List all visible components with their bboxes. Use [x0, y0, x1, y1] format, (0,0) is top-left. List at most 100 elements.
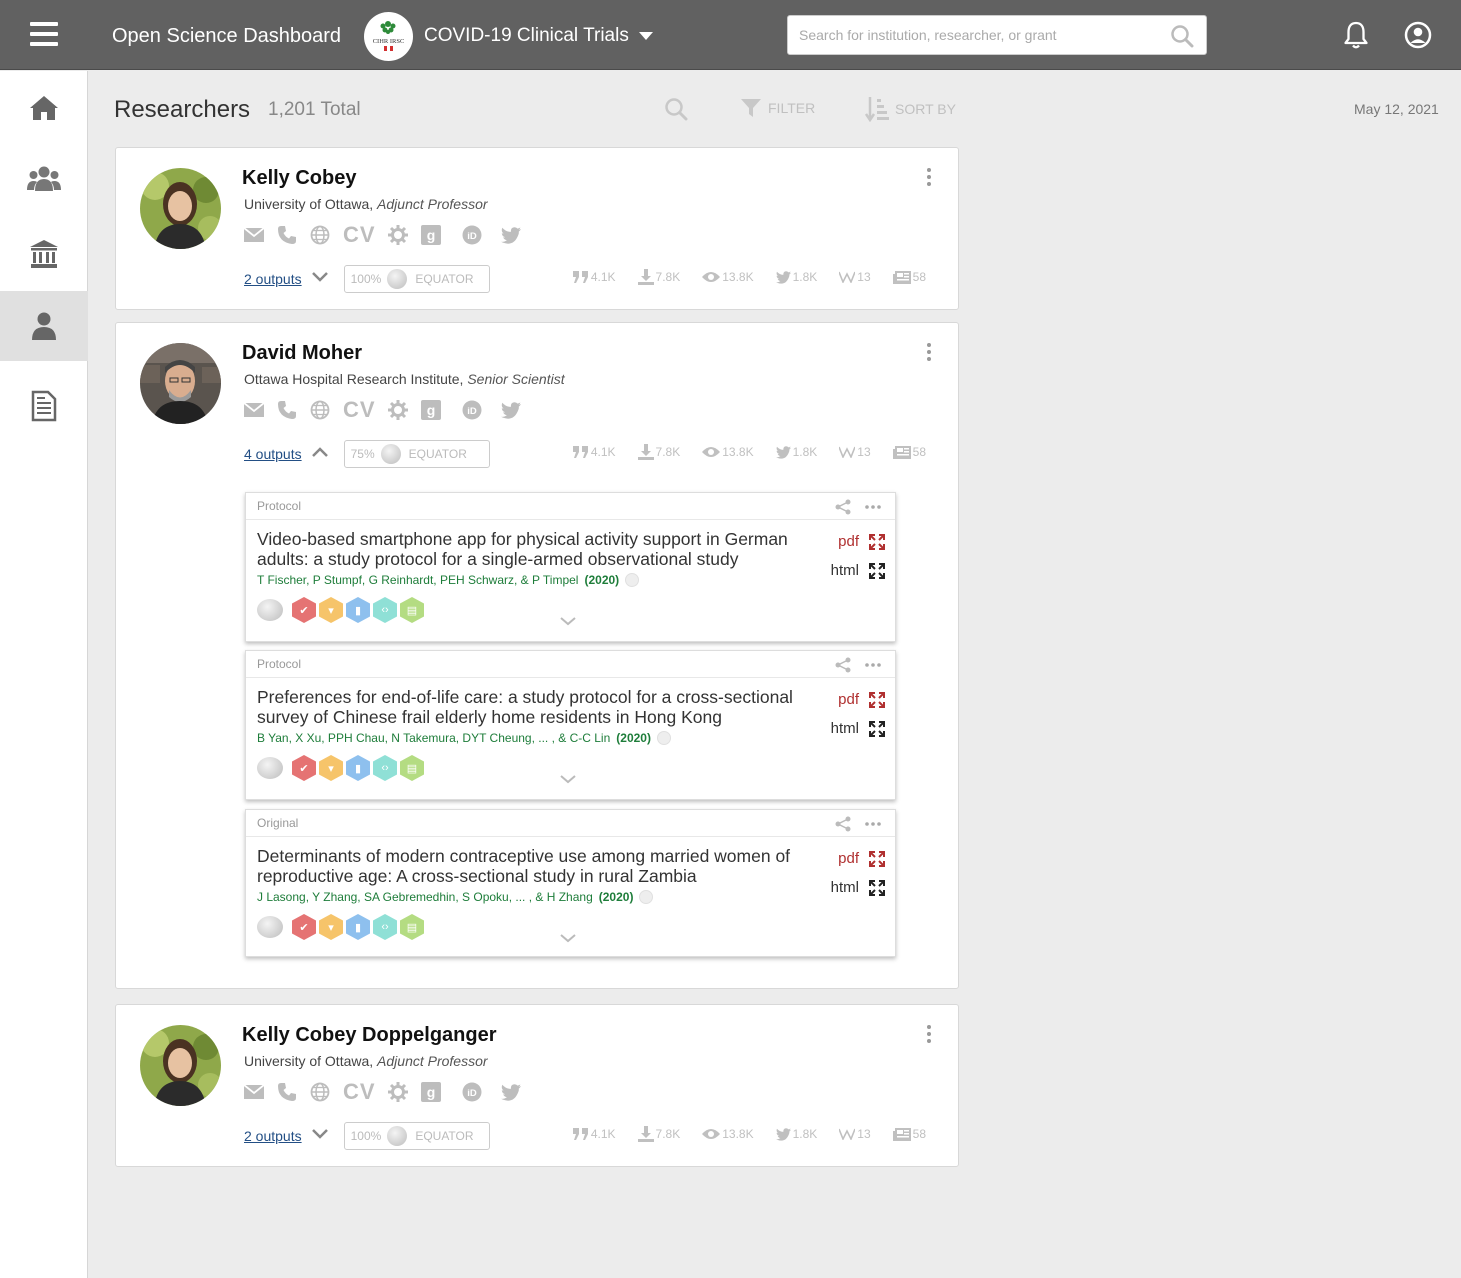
caret-down-icon: [638, 32, 653, 40]
chevron-down-icon[interactable]: [559, 613, 577, 631]
orcid-icon[interactable]: iD: [462, 1082, 482, 1102]
researcher-affiliation: University of Ottawa, Adjunct Professor: [244, 196, 488, 212]
chevron-down-icon[interactable]: [559, 771, 577, 789]
gear-icon[interactable]: [387, 1082, 408, 1102]
filter-button[interactable]: FILTER: [740, 97, 815, 119]
globe-icon[interactable]: [310, 400, 330, 420]
sidebar-item-home[interactable]: [0, 73, 88, 143]
share-icon[interactable]: [835, 499, 851, 515]
search-icon[interactable]: [1170, 24, 1194, 53]
output-card[interactable]: Protocol Preferences for end-of-life car…: [245, 650, 896, 800]
share-icon[interactable]: [835, 816, 851, 832]
badges-row: ✔ ▾ ▮ ‹› ▤: [257, 914, 424, 940]
institution-name: University of Ottawa,: [244, 1053, 374, 1069]
avatar: [140, 343, 221, 424]
institution-name: Ottawa Hospital Research Institute,: [244, 371, 464, 387]
global-search[interactable]: [787, 15, 1207, 55]
sort-label: SORT BY: [895, 101, 956, 117]
list-search-icon[interactable]: [664, 97, 688, 126]
orcid-icon[interactable]: iD: [462, 225, 482, 245]
html-link[interactable]: html: [831, 562, 885, 579]
gear-icon[interactable]: [387, 400, 408, 420]
html-link[interactable]: html: [831, 879, 885, 896]
download-icon: [637, 269, 654, 285]
pdf-link[interactable]: pdf: [831, 691, 885, 708]
researcher-card[interactable]: Kelly Cobey Doppelganger University of O…: [115, 1004, 959, 1167]
email-icon[interactable]: [244, 225, 264, 245]
sidebar-item-institutions[interactable]: [0, 219, 88, 289]
html-link[interactable]: html: [831, 720, 885, 737]
more-horizontal-icon[interactable]: [865, 505, 881, 509]
more-horizontal-icon[interactable]: [865, 822, 881, 826]
sort-button[interactable]: SORT BY: [865, 96, 956, 122]
twitter-icon[interactable]: [500, 400, 521, 420]
google-scholar-icon[interactable]: g: [420, 225, 441, 245]
google-scholar-icon[interactable]: g: [420, 400, 441, 420]
gear-icon[interactable]: [387, 225, 408, 245]
cv-link[interactable]: CV: [343, 397, 376, 423]
more-options-icon[interactable]: [926, 168, 932, 189]
cv-link[interactable]: CV: [343, 222, 376, 248]
position-title: Senior Scientist: [467, 371, 565, 387]
wiki-metric: 13: [839, 1127, 871, 1141]
orcid-icon[interactable]: iD: [462, 400, 482, 420]
outputs-link[interactable]: 4 outputs: [244, 446, 302, 462]
output-authors: T Fischer, P Stumpf, G Reinhardt, PEH Sc…: [257, 573, 640, 587]
tweets-metric: 1.8K: [775, 1127, 817, 1141]
expand-icon: [869, 562, 885, 579]
equator-ball-icon: [387, 1126, 408, 1146]
check-badge-icon: ✔: [292, 755, 316, 781]
globe-icon[interactable]: [310, 225, 330, 245]
more-horizontal-icon[interactable]: [865, 663, 881, 667]
phone-icon[interactable]: [277, 400, 297, 420]
outputs-link[interactable]: 2 outputs: [244, 1128, 302, 1144]
more-options-icon[interactable]: [926, 1025, 932, 1046]
sidebar-item-researchers[interactable]: [0, 291, 88, 361]
researcher-name[interactable]: David Moher: [242, 342, 362, 365]
email-icon[interactable]: [244, 1082, 264, 1102]
email-icon[interactable]: [244, 400, 264, 420]
chevron-down-icon[interactable]: [311, 1127, 329, 1145]
download-icon: [637, 444, 654, 460]
code-badge-icon: ‹›: [373, 597, 397, 623]
researcher-name[interactable]: Kelly Cobey Doppelganger: [242, 1024, 497, 1047]
chevron-down-icon[interactable]: [559, 930, 577, 948]
researcher-name[interactable]: Kelly Cobey: [242, 167, 356, 190]
project-selector[interactable]: COVID-19 Clinical Trials: [424, 25, 653, 47]
chevron-down-icon[interactable]: [311, 270, 329, 288]
pdf-link[interactable]: pdf: [831, 850, 885, 867]
metrics-row: 4.1K 7.8K 13.8K 1.8K 13 58: [551, 444, 926, 460]
output-tools: [835, 499, 881, 515]
chevron-up-icon[interactable]: [311, 445, 329, 463]
twitter-icon[interactable]: [500, 225, 521, 245]
account-icon[interactable]: [1404, 21, 1432, 54]
researcher-card[interactable]: David Moher Ottawa Hospital Research Ins…: [115, 322, 959, 989]
output-card[interactable]: Protocol Video-based smartphone app for …: [245, 492, 896, 642]
pdf-link[interactable]: pdf: [831, 533, 885, 550]
bell-icon[interactable]: [1343, 20, 1369, 55]
phone-icon[interactable]: [277, 1082, 297, 1102]
sidebar-item-documents[interactable]: [0, 371, 88, 441]
wikipedia-icon: [839, 271, 856, 283]
menu-icon[interactable]: [30, 22, 58, 46]
institution-name: University of Ottawa,: [244, 196, 374, 212]
outputs-link[interactable]: 2 outputs: [244, 271, 302, 287]
researcher-card[interactable]: Kelly Cobey University of Ottawa, Adjunc…: [115, 147, 959, 310]
output-title[interactable]: Preferences for end-of-life care: a stud…: [257, 687, 817, 727]
news-icon: [892, 1127, 911, 1141]
output-card[interactable]: Original Determinants of modern contrace…: [245, 809, 896, 957]
sidebar-item-groups[interactable]: [0, 143, 88, 213]
twitter-icon[interactable]: [500, 1082, 521, 1102]
cv-link[interactable]: CV: [343, 1079, 376, 1105]
globe-icon[interactable]: [310, 1082, 330, 1102]
output-title[interactable]: Determinants of modern contraceptive use…: [257, 846, 817, 886]
phone-icon[interactable]: [277, 225, 297, 245]
equator-score: 75% EQUATOR: [343, 440, 490, 468]
google-scholar-icon[interactable]: g: [420, 1082, 441, 1102]
global-search-input[interactable]: [788, 16, 1158, 54]
share-icon[interactable]: [835, 657, 851, 673]
metrics-row: 4.1K 7.8K 13.8K 1.8K 13 58: [551, 269, 926, 285]
more-options-icon[interactable]: [926, 343, 932, 364]
output-title[interactable]: Video-based smartphone app for physical …: [257, 529, 817, 569]
outputs-row: 2 outputs 100% EQUATOR: [244, 265, 490, 293]
